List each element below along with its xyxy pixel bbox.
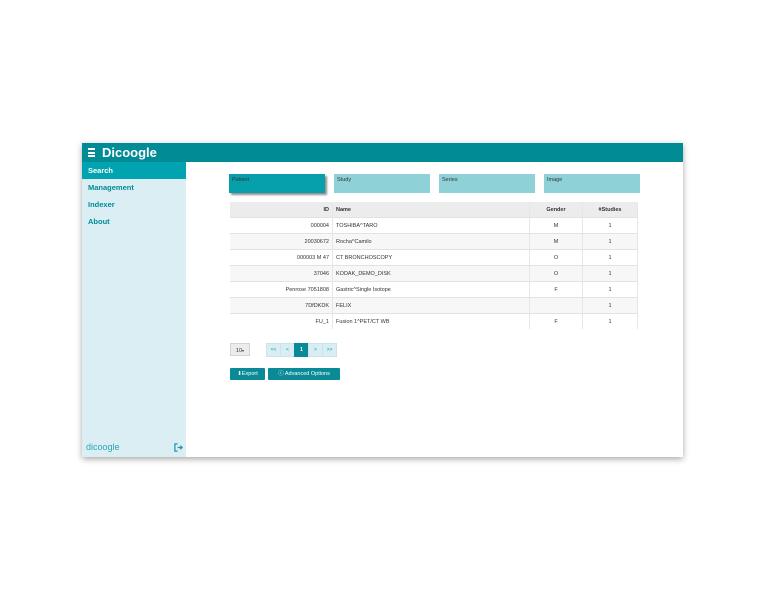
sidebar-item-management[interactable]: Management <box>82 179 186 196</box>
cell-id: 37046 <box>230 265 333 282</box>
cell-id: 000003 M 47 <box>230 249 333 266</box>
cell-studies: 1 <box>582 217 638 234</box>
export-label: Export <box>241 371 258 377</box>
cell-id: 000004 <box>230 217 333 234</box>
tab-patient[interactable]: Patient <box>229 174 325 193</box>
cell-name: KODAK_DEMO_DISK <box>332 265 530 282</box>
top-bar: Dicoogle <box>82 143 683 162</box>
table-row[interactable]: 000004 TOSHIBA^TARO M 1 <box>230 217 638 234</box>
table-row[interactable]: 7DfDKDK FELIX 1 <box>230 297 638 314</box>
sidebar-item-indexer[interactable]: Indexer <box>82 196 186 213</box>
logout-icon[interactable] <box>174 443 183 452</box>
cell-studies: 1 <box>582 281 638 298</box>
tab-image[interactable]: Image <box>544 174 640 193</box>
cell-name: FELIX <box>332 297 530 314</box>
page-first-button[interactable]: << <box>266 343 281 357</box>
sidebar-item-search[interactable]: Search <box>82 162 186 179</box>
tab-series[interactable]: Series <box>439 174 535 193</box>
pagination: << < 1 > >> <box>266 343 337 357</box>
page-last-button[interactable]: >> <box>322 343 337 357</box>
cell-name: TOSHIBA^TARO <box>332 217 530 234</box>
cell-name: CT BRONCHOSCOPY <box>332 249 530 266</box>
sidebar: Search Management Indexer About dicoogle <box>82 162 186 457</box>
column-id[interactable]: ID <box>230 202 333 218</box>
cell-gender: M <box>529 217 583 234</box>
info-icon: ⓘ <box>278 371 285 377</box>
app-window: Dicoogle Search Management Indexer About… <box>82 143 683 457</box>
table-row[interactable]: 000003 M 47 CT BRONCHOSCOPY O 1 <box>230 249 638 266</box>
menu-icon[interactable] <box>88 148 95 157</box>
cell-name: Rocha^Camilo <box>332 233 530 250</box>
advanced-options-label: Advanced Options <box>284 371 330 377</box>
footer-logo: dicoogle <box>86 442 120 452</box>
app-title: Dicoogle <box>102 145 157 160</box>
main-content: Patient Study Series Image ID Name Gende… <box>186 162 683 457</box>
table-row[interactable]: 20030672 Rocha^Camilo M 1 <box>230 233 638 250</box>
table-header-row: ID Name Gender #Studies <box>230 202 638 218</box>
cell-studies: 1 <box>582 233 638 250</box>
table-row[interactable]: Penrose 7051808 Gastric^Single Isotope F… <box>230 281 638 298</box>
results-table: ID Name Gender #Studies 000004 TOSHIBA^T… <box>230 202 638 329</box>
cell-name: Gastric^Single Isotope <box>332 281 530 298</box>
page-size-select[interactable]: 10▾ <box>230 343 250 356</box>
cell-studies: 1 <box>582 313 638 329</box>
page-prev-button[interactable]: < <box>280 343 295 357</box>
table-row[interactable]: FU_1 Fusion 1^PET/CT WB F 1 <box>230 313 638 329</box>
cell-gender: M <box>529 233 583 250</box>
cell-studies: 1 <box>582 249 638 266</box>
cell-studies: 1 <box>582 297 638 314</box>
column-gender[interactable]: Gender <box>529 202 583 218</box>
cell-studies: 1 <box>582 265 638 282</box>
tab-study[interactable]: Study <box>334 174 430 193</box>
cell-gender: O <box>529 249 583 266</box>
column-name[interactable]: Name <box>332 202 530 218</box>
page-current-button[interactable]: 1 <box>294 343 309 357</box>
table-row[interactable]: 37046 KODAK_DEMO_DISK O 1 <box>230 265 638 282</box>
export-button[interactable]: ⬇Export <box>230 368 265 380</box>
cell-gender: F <box>529 313 583 329</box>
cell-id: 7DfDKDK <box>230 297 333 314</box>
sidebar-item-about[interactable]: About <box>82 213 186 230</box>
cell-gender <box>529 297 583 314</box>
cell-id: FU_1 <box>230 313 333 329</box>
cell-name: Fusion 1^PET/CT WB <box>332 313 530 329</box>
cell-gender: O <box>529 265 583 282</box>
advanced-options-button[interactable]: ⓘ Advanced Options <box>268 368 340 380</box>
cell-id: Penrose 7051808 <box>230 281 333 298</box>
cell-id: 20030672 <box>230 233 333 250</box>
caret-down-icon: ▾ <box>242 348 245 353</box>
page-next-button[interactable]: > <box>308 343 323 357</box>
column-studies[interactable]: #Studies <box>582 202 638 218</box>
cell-gender: F <box>529 281 583 298</box>
